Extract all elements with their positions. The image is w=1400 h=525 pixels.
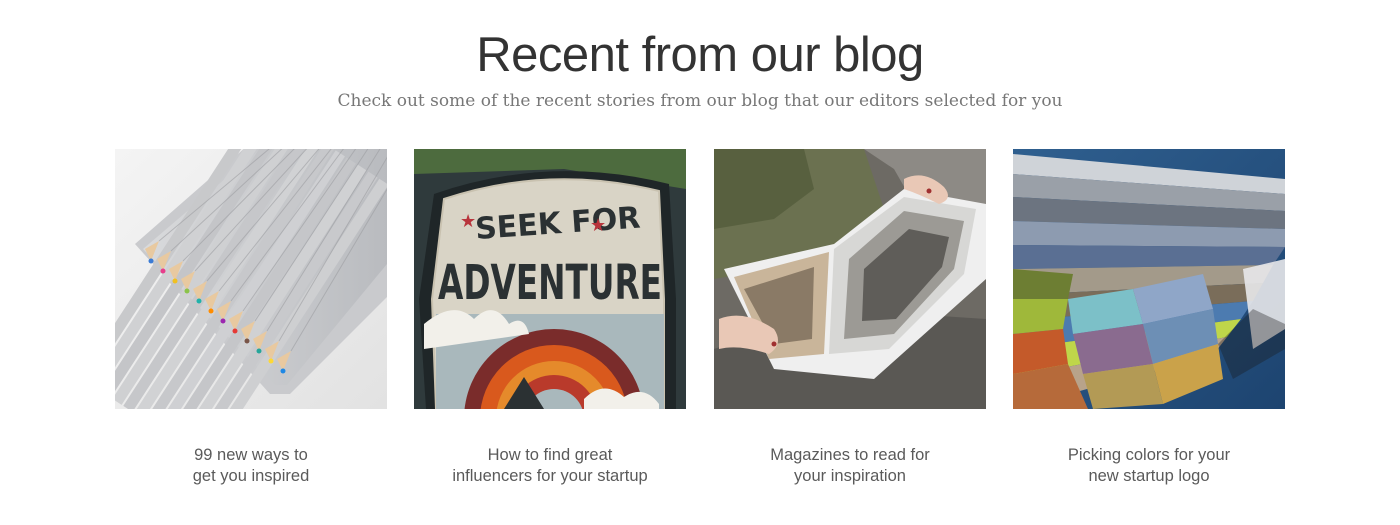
colored-pencils-image[interactable] [115,149,387,409]
blog-post-card-3[interactable]: Magazines to read for your inspiration [714,149,986,485]
color-swatch-fan-image[interactable] [1013,149,1285,409]
blog-post-title[interactable]: Magazines to read for your inspiration [704,445,996,487]
blog-post-title-line: Picking colors for your [1067,446,1231,464]
blog-post-grid: 99 new ways to get you inspired SEEK FOR… [115,149,1285,499]
star-icon: ★ [590,215,606,235]
blog-post-title-line: new startup logo [1088,467,1210,485]
blog-post-title-line: influencers for your startup [452,467,648,485]
blog-post-card-4[interactable]: Picking colors for your new startup logo [1013,149,1285,485]
reading-magazine-image[interactable] [714,149,986,409]
star-icon: ★ [460,211,476,231]
blog-post-title[interactable]: How to find great influencers for your s… [404,445,696,487]
blog-post-title-line: get you inspired [192,467,310,485]
blog-post-title-line: your inspiration [794,467,906,485]
blog-post-card-1[interactable]: 99 new ways to get you inspired [115,149,387,485]
blog-post-card-2[interactable]: SEEK FOR ADVENTURE ★ ★ How to find great… [414,149,686,485]
section-subtitle: Check out some of the recent stories fro… [337,91,1063,111]
blog-post-title-line: 99 new ways to [194,446,308,464]
seek-for-adventure-patch-image[interactable]: SEEK FOR ADVENTURE ★ ★ [414,149,686,409]
blog-post-title[interactable]: Picking colors for your new startup logo [1003,445,1295,487]
section-title: Recent from our blog [476,28,924,82]
blog-post-title-line: Magazines to read for [770,446,930,464]
patch-text-line-2: ADVENTURE [438,255,662,311]
blog-post-title-line: How to find great [487,446,613,464]
blog-post-title[interactable]: 99 new ways to get you inspired [105,445,397,487]
